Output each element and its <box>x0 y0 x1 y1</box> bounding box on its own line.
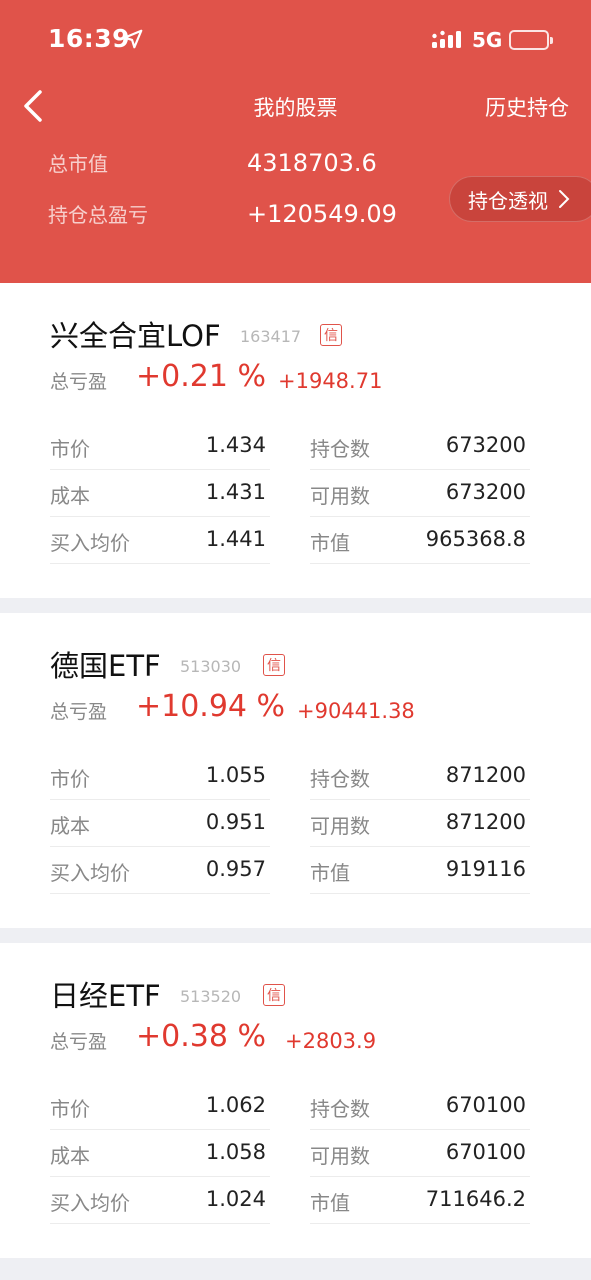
field-avg-buy: 买入均价 1.024 <box>50 1177 270 1224</box>
stock-card[interactable]: 日经ETF 513520 信 总亏盈 +0.38 % +2803.9 市价 1.0… <box>0 943 591 1258</box>
field-value: 1.055 <box>205 763 266 787</box>
field-market-value: 市值 965368.8 <box>310 517 530 564</box>
field-label: 持仓数 <box>310 767 370 791</box>
credit-badge-icon: 信 <box>263 654 285 676</box>
field-value: 1.062 <box>205 1093 266 1117</box>
field-value: 965368.8 <box>425 527 526 551</box>
pl-amount: +1948.71 <box>278 369 383 393</box>
stock-name: 日经ETF <box>50 979 161 1013</box>
total-market-value-label: 总市值 <box>48 152 108 176</box>
stock-code: 163417 <box>240 327 302 346</box>
pl-label: 总亏盈 <box>50 1031 108 1053</box>
field-value: 871200 <box>445 763 526 787</box>
pl-amount: +90441.38 <box>297 699 415 723</box>
battery-icon <box>509 30 553 50</box>
field-available: 可用数 871200 <box>310 800 530 847</box>
field-label: 市值 <box>310 861 350 885</box>
pl-label: 总亏盈 <box>50 701 108 723</box>
stock-name: 兴全合宜LOF <box>50 319 221 353</box>
signal-icon <box>432 30 461 48</box>
field-label: 市价 <box>50 1097 90 1121</box>
stock-name: 德国ETF <box>50 649 161 683</box>
field-label: 可用数 <box>310 484 370 508</box>
pl-percent: +0.21 % <box>136 359 266 394</box>
network-label: 5G <box>472 28 503 52</box>
field-label: 市值 <box>310 1191 350 1215</box>
field-label: 市值 <box>310 531 350 555</box>
total-pl-label: 持仓总盈亏 <box>48 203 148 227</box>
field-holdings: 持仓数 670100 <box>310 1083 530 1130</box>
field-label: 可用数 <box>310 1144 370 1168</box>
field-value: 871200 <box>445 810 526 834</box>
stock-code: 513030 <box>180 657 242 676</box>
field-available: 可用数 670100 <box>310 1130 530 1177</box>
field-market-value: 市值 919116 <box>310 847 530 894</box>
field-value: 670100 <box>445 1140 526 1164</box>
field-value: 673200 <box>445 433 526 457</box>
field-avg-buy: 买入均价 0.957 <box>50 847 270 894</box>
field-label: 市价 <box>50 767 90 791</box>
field-value: 1.058 <box>205 1140 266 1164</box>
stock-card[interactable]: 德国ETF 513030 信 总亏盈 +10.94 % +90441.38 市价… <box>0 613 591 928</box>
location-arrow-icon <box>123 29 143 49</box>
field-value: 0.951 <box>205 810 266 834</box>
field-label: 成本 <box>50 814 90 838</box>
field-label: 买入均价 <box>50 1191 130 1215</box>
field-value: 1.434 <box>205 433 266 457</box>
pl-amount: +2803.9 <box>285 1029 377 1053</box>
field-value: 0.957 <box>205 857 266 881</box>
field-price: 市价 1.055 <box>50 753 270 800</box>
field-label: 持仓数 <box>310 437 370 461</box>
field-cost: 成本 1.431 <box>50 470 270 517</box>
field-label: 成本 <box>50 1144 90 1168</box>
field-value: 670100 <box>445 1093 526 1117</box>
credit-badge-icon: 信 <box>263 984 285 1006</box>
field-avg-buy: 买入均价 1.441 <box>50 517 270 564</box>
pl-label: 总亏盈 <box>50 371 108 393</box>
field-price: 市价 1.062 <box>50 1083 270 1130</box>
field-value: 919116 <box>445 857 526 881</box>
header: 16:39 5G 我的股票 历史持仓 总市值 4318703.6 持仓总盈亏 +… <box>0 0 591 283</box>
field-holdings: 持仓数 871200 <box>310 753 530 800</box>
pl-percent: +0.38 % <box>136 1019 266 1054</box>
holdings-analysis-button[interactable]: 持仓透视 <box>449 176 591 222</box>
field-value: 711646.2 <box>425 1187 526 1211</box>
total-pl-value: +120549.09 <box>247 200 397 228</box>
stock-code: 513520 <box>180 987 242 1006</box>
field-value: 1.431 <box>205 480 266 504</box>
history-holdings-link[interactable]: 历史持仓 <box>485 92 569 122</box>
field-value: 673200 <box>445 480 526 504</box>
field-label: 可用数 <box>310 814 370 838</box>
field-label: 持仓数 <box>310 1097 370 1121</box>
status-time: 16:39 <box>48 24 131 53</box>
field-value: 1.441 <box>205 527 266 551</box>
field-label: 买入均价 <box>50 861 130 885</box>
field-market-value: 市值 711646.2 <box>310 1177 530 1224</box>
field-label: 市价 <box>50 437 90 461</box>
field-cost: 成本 0.951 <box>50 800 270 847</box>
field-available: 可用数 673200 <box>310 470 530 517</box>
field-value: 1.024 <box>205 1187 266 1211</box>
holdings-analysis-label: 持仓透视 <box>468 188 548 213</box>
field-holdings: 持仓数 673200 <box>310 423 530 470</box>
field-label: 买入均价 <box>50 531 130 555</box>
stock-card[interactable]: 兴全合宜LOF 163417 信 总亏盈 +0.21 % +1948.71 市价… <box>0 283 591 598</box>
field-price: 市价 1.434 <box>50 423 270 470</box>
total-market-value: 4318703.6 <box>247 149 377 177</box>
pl-percent: +10.94 % <box>136 689 286 724</box>
credit-badge-icon: 信 <box>320 324 342 346</box>
field-cost: 成本 1.058 <box>50 1130 270 1177</box>
chevron-right-icon <box>559 190 570 208</box>
field-label: 成本 <box>50 484 90 508</box>
